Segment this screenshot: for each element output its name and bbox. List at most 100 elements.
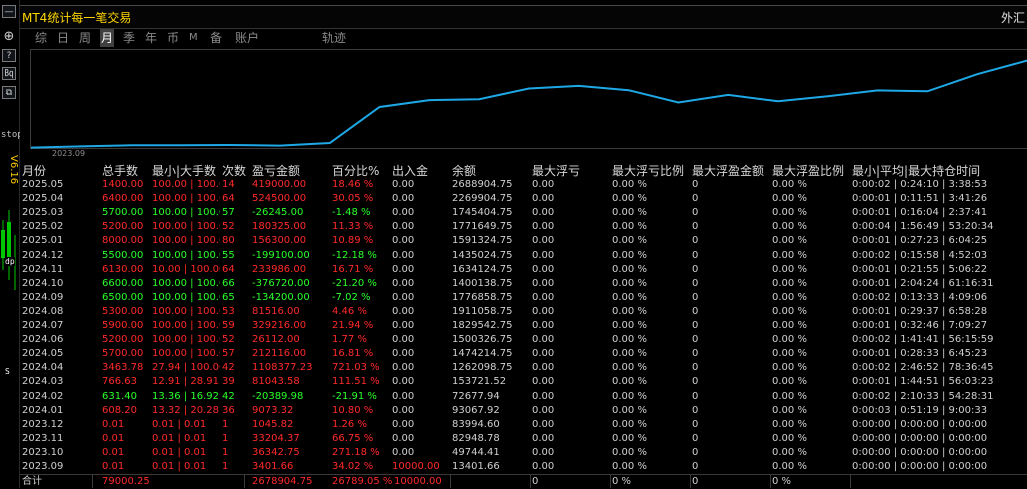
table-row[interactable]: 2023.12 0.01 0.01 | 0.01 1 1045.82 1.26 % 0.00… [22, 418, 1027, 432]
cell-flow: 0.00 [392, 179, 415, 190]
cell-pnl: 81043.58 [252, 376, 300, 388]
table-row[interactable]: 2024.01 608.20 13.32 | 20.28 36 9073.32 10.80… [22, 404, 1027, 418]
cell-hold: 0:00:01 | 0:16:04 | 2:37:41 [852, 207, 988, 219]
tab-9[interactable]: 备 [209, 29, 223, 47]
column-header[interactable]: 最大浮亏 [532, 163, 580, 179]
column-header[interactable]: 最小|平均|最大持仓时间 [852, 163, 980, 179]
cell-maxloss_pct: 0.00 % [612, 418, 647, 430]
balance-point-2024.08 [578, 85, 580, 87]
cell-lots: 1400.00 [102, 179, 144, 190]
cell-flow: 0.00 [392, 249, 415, 261]
footer-divider [244, 475, 245, 488]
cell-maxloss_pct: 0.00 % [612, 263, 647, 275]
cell-pct: 721.03 % [332, 362, 380, 374]
history-icon[interactable]: ㏃ [2, 67, 16, 80]
cell-minmax: 0.01 | 0.01 [152, 418, 207, 430]
cell-maxloss_pct: 0.00 % [612, 305, 647, 317]
tab-4[interactable]: 月 [100, 29, 115, 47]
cell-minmax: 12.91 | 28.91 [152, 376, 219, 388]
cell-maxprofit: 0 [692, 277, 699, 289]
cell-pct: -21.20 % [332, 277, 377, 289]
tab-1[interactable]: 综 [34, 29, 48, 47]
window-icon[interactable]: ⧉ [2, 86, 16, 99]
table-row[interactable]: 2024.11 6130.00 10.00 | 100.00 64 233986.00 1… [22, 263, 1027, 277]
cell-flow: 0.00 [392, 334, 415, 346]
cell-maxprofit_pct: 0.00 % [772, 221, 807, 233]
table-row[interactable]: 2024.08 5300.00 100.00 | 100.0053 81516.00 4… [22, 305, 1027, 319]
cell-count: 42 [222, 362, 235, 374]
cell-pct: 66.75 % [332, 432, 374, 444]
cell-lots: 8000.00 [102, 235, 144, 247]
table-row[interactable]: 2024.03 766.63 12.91 | 28.91 39 81043.58 111.… [22, 375, 1027, 389]
tab-5[interactable]: 季 [122, 29, 136, 47]
balance-point-2024.09 [627, 89, 630, 92]
column-header[interactable]: 出入金 [392, 163, 428, 179]
cell-lots: 766.63 [102, 376, 137, 388]
column-header[interactable]: 百分比% [332, 163, 379, 179]
column-header[interactable]: 总手数 [102, 163, 138, 179]
cell-maxprofit_pct: 0.00 % [772, 249, 807, 261]
table-row[interactable]: 2025.04 6400.00 100.00 | 100.0064 524500.00… [22, 192, 1027, 206]
totals-row: 合计 79000.25 2678904.75 26789.05 % 10000.00 0 0… [20, 474, 1027, 489]
cell-flow: 0.00 [392, 418, 415, 430]
footer-divider [610, 475, 611, 488]
cell-maxprofit: 0 [692, 179, 699, 190]
cell-minmax: 100.00 | 100.00 [152, 179, 220, 190]
column-header[interactable]: 最大浮亏比例 [612, 163, 684, 179]
cell-maxprofit_pct: 0.00 % [772, 263, 807, 275]
table-row[interactable]: 2024.07 5900.00 100.00 | 100.0059 329216.00… [22, 319, 1027, 333]
minimize-icon[interactable]: — [2, 5, 16, 18]
cell-lots: 0.01 [102, 461, 125, 472]
column-header[interactable]: 盈亏金额 [252, 163, 300, 179]
cell-maxprofit_pct: 0.00 % [772, 376, 807, 388]
table-row[interactable]: 2023.09 0.01 0.01 | 0.01 1 3401.66 34.02 % 100… [22, 460, 1027, 474]
cell-maxprofit: 0 [692, 221, 699, 233]
cell-pct: 10.89 % [332, 235, 374, 247]
balance-point-2025.01 [827, 95, 829, 98]
tab-11[interactable]: 轨迹 [321, 29, 347, 47]
table-row[interactable]: 2025.02 5200.00 100.00 | 100.0052 180325.00… [22, 220, 1027, 234]
table-row[interactable]: 2023.10 0.01 0.01 | 0.01 1 36342.75 271.18 % 0… [22, 446, 1027, 460]
cell-month: 2024.12 [22, 249, 64, 261]
cell-pnl: 419000.00 [252, 179, 307, 190]
balance-point-2024.03 [329, 142, 331, 144]
tab-8[interactable]: M [188, 29, 199, 47]
tab-2[interactable]: 日 [56, 29, 70, 47]
table-row[interactable]: 2025.01 8000.00 100.00 | 100.0080 156300.00… [22, 234, 1027, 248]
move-icon[interactable]: ⊕ [2, 30, 16, 43]
cell-pnl: 26112.00 [252, 334, 300, 346]
table-row[interactable]: 2024.10 6600.00 100.00 | 100.0066 -376720.0… [22, 277, 1027, 291]
column-header[interactable]: 次数 [222, 163, 246, 179]
column-header[interactable]: 月份 [22, 163, 46, 179]
table-row[interactable]: 2024.02 631.40 13.36 | 16.92 42 -20389.98 -21… [22, 390, 1027, 404]
column-header[interactable]: 余额 [452, 163, 476, 179]
table-row[interactable]: 2024.12 5500.00 100.00 | 100.0055 -199100.0… [22, 249, 1027, 263]
tab-3[interactable]: 周 [78, 29, 92, 47]
column-header[interactable]: 最小|大手数 [152, 163, 216, 179]
cell-pnl: 1045.82 [252, 418, 294, 430]
table-row[interactable]: 2024.09 6500.00 100.00 | 100.0065 -134200.0… [22, 291, 1027, 305]
column-header[interactable]: 最大浮盈比例 [772, 163, 844, 179]
table-row[interactable]: 2024.04 3463.78 27.94 | 100.00 42 1108377.23… [22, 361, 1027, 375]
table-row[interactable]: 2025.03 5700.00 100.00 | 100.0057 -26245.00… [22, 206, 1027, 220]
cell-lots: 631.40 [102, 390, 137, 402]
cell-month: 2024.03 [22, 376, 64, 388]
cell-balance: 2688904.75 [452, 179, 513, 190]
cell-maxloss: 0.00 [532, 305, 555, 317]
cell-pnl: 212116.00 [252, 348, 307, 360]
table-row[interactable]: 2023.11 0.01 0.01 | 0.01 1 33204.37 66.75 % 0.… [22, 432, 1027, 446]
column-header[interactable]: 最大浮盈金额 [692, 163, 764, 179]
help-icon[interactable]: ? [2, 49, 16, 62]
table-row[interactable]: 2024.06 5200.00 100.00 | 100.0052 26112.00 1… [22, 333, 1027, 347]
balance-chart [30, 49, 1027, 149]
tab-10[interactable]: 账户 [234, 29, 260, 47]
table-row[interactable]: 2024.05 5700.00 100.00 | 100.0057 212116.00… [22, 347, 1027, 361]
tab-6[interactable]: 年 [144, 29, 158, 47]
tab-7[interactable]: 币 [166, 29, 180, 47]
balance-point-2024.12 [777, 100, 779, 103]
footer-divider [850, 475, 851, 488]
cell-minmax: 13.36 | 16.92 [152, 390, 219, 402]
cell-maxloss: 0.00 [532, 376, 555, 388]
table-row[interactable]: 2025.05 1400.00 100.00 | 100.0014 419000.00… [22, 178, 1027, 192]
cell-maxloss: 0.00 [532, 461, 555, 472]
